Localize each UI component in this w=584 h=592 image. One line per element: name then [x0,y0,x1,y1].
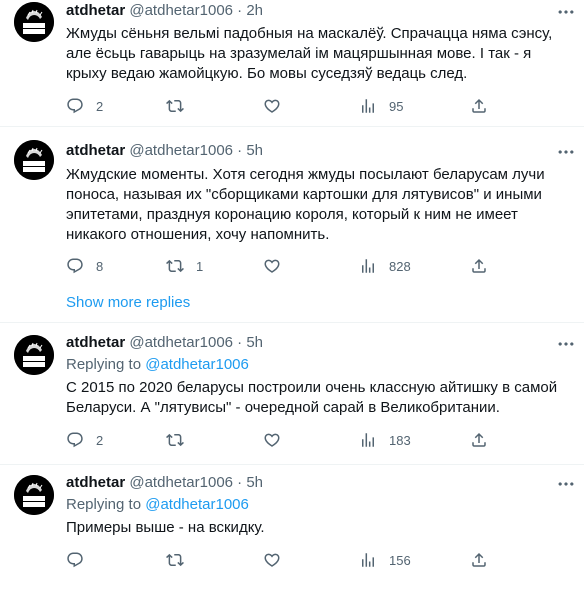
timestamp[interactable]: 5h [246,142,263,159]
retweet-count: 1 [196,258,204,274]
share-button[interactable] [470,256,488,276]
more-icon[interactable] [556,474,576,494]
tweet[interactable]: atdhetar @atdhetar1006 · 5h Replying to … [0,323,584,464]
author-name[interactable]: atdhetar [66,334,125,351]
reply-count: 2 [96,432,104,448]
retweet-icon [166,99,184,113]
reply-button[interactable]: 2 [66,430,103,450]
views-icon [362,99,374,113]
like-icon [264,99,280,113]
views-button[interactable]: 828 [359,256,411,276]
views-button[interactable]: 183 [359,430,411,450]
like-button[interactable] [263,96,293,116]
reply-button[interactable]: 2 [66,96,103,116]
separator-dot: · [237,2,243,19]
tweet-text: С 2015 по 2020 беларусы построили очень … [66,379,558,416]
tweet[interactable]: atdhetar @atdhetar1006 · 5h Replying to … [0,465,584,592]
author-name[interactable]: atdhetar [66,142,125,159]
reply-icon [67,432,83,448]
tweet-text: Жмудские моменты. Хотя сегодня жмуды пос… [66,166,545,243]
reply-icon [67,258,83,274]
reply-button[interactable] [66,550,96,570]
retweet-icon [166,433,184,447]
avatar[interactable] [14,335,54,375]
reply-count: 2 [96,98,104,114]
action-bar: 156 [66,550,496,570]
replying-to-handle[interactable]: @atdhetar1006 [145,496,249,513]
replying-to-handle[interactable]: @atdhetar1006 [145,356,249,373]
reply-icon [67,98,83,114]
views-icon [362,259,374,273]
like-button[interactable] [263,550,293,570]
author-handle[interactable]: @atdhetar1006 [129,142,233,159]
views-icon [362,553,374,567]
avatar[interactable] [14,475,54,515]
author-handle[interactable]: @atdhetar1006 [129,2,233,19]
author-name[interactable]: atdhetar [66,2,125,19]
like-button[interactable] [263,256,293,276]
retweet-button[interactable] [166,96,196,116]
share-icon [472,552,486,567]
action-bar: 2 95 [66,96,496,116]
views-button[interactable]: 156 [359,550,411,570]
views-icon [362,433,374,447]
like-icon [264,433,280,447]
tweet-text: Примеры выше - на вскидку. [66,519,265,536]
more-icon[interactable] [556,142,576,162]
views-count: 95 [389,98,404,114]
more-icon[interactable] [556,2,576,22]
share-button[interactable] [470,430,488,450]
share-button[interactable] [470,550,488,570]
replying-to: Replying to @atdhetar1006 [66,495,249,515]
retweet-button[interactable] [166,550,196,570]
replying-to: Replying to @atdhetar1006 [66,355,249,375]
tweet-header: atdhetar @atdhetar1006 · 5h [66,473,263,493]
share-icon [472,258,486,273]
action-bar: 8 1 828 [66,256,496,276]
retweet-button[interactable] [166,430,196,450]
author-name[interactable]: atdhetar [66,474,125,491]
show-more-replies-link[interactable]: Show more replies [66,293,190,313]
tweet-header: atdhetar @atdhetar1006 · 5h [66,141,263,161]
views-button[interactable]: 95 [359,96,403,116]
timestamp[interactable]: 2h [246,2,263,19]
share-button[interactable] [470,96,488,116]
separator-dot: · [237,142,243,159]
retweet-button[interactable]: 1 [166,256,203,276]
separator-dot: · [237,474,243,491]
replying-to-label: Replying to [66,356,142,373]
avatar[interactable] [14,2,54,42]
retweet-icon [166,259,184,273]
replying-to-label: Replying to [66,496,142,513]
reply-icon [67,552,83,568]
more-icon[interactable] [556,334,576,354]
views-count: 183 [389,432,411,448]
reply-button[interactable]: 8 [66,256,103,276]
timestamp[interactable]: 5h [246,474,263,491]
tweet-header: atdhetar @atdhetar1006 · 5h [66,333,263,353]
views-count: 828 [389,258,411,274]
like-icon [264,553,280,567]
like-icon [264,259,280,273]
share-icon [472,98,486,113]
tweet[interactable]: atdhetar @atdhetar1006 · 5h Жмудские мом… [0,127,584,287]
author-handle[interactable]: @atdhetar1006 [129,334,233,351]
share-icon [472,432,486,447]
like-button[interactable] [263,430,293,450]
action-bar: 2 183 [66,430,496,450]
avatar[interactable] [14,140,54,180]
tweet[interactable]: atdhetar @atdhetar1006 · 2h Жмуды сёньня… [0,0,584,125]
timestamp[interactable]: 5h [246,334,263,351]
tweet-text: Жмуды сёньня вельмі падобныя на маскалёў… [66,25,553,82]
retweet-icon [166,553,184,567]
views-count: 156 [389,552,411,568]
tweet-header: atdhetar @atdhetar1006 · 2h [66,1,263,21]
author-handle[interactable]: @atdhetar1006 [129,474,233,491]
separator-dot: · [237,334,243,351]
reply-count: 8 [96,258,104,274]
